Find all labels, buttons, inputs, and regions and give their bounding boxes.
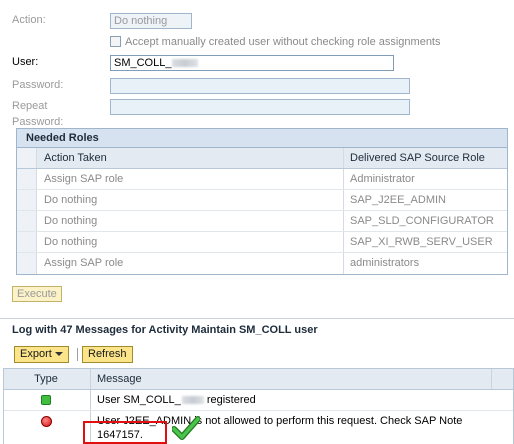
refresh-button[interactable]: Refresh	[82, 346, 133, 363]
export-button[interactable]: Export	[14, 346, 69, 363]
select-all-cell[interactable]	[17, 148, 37, 168]
column-type[interactable]: Type	[4, 369, 88, 390]
execute-button[interactable]: Execute	[12, 286, 62, 302]
action-taken-cell: Assign SAP role	[44, 257, 124, 269]
action-label: Action:	[12, 14, 46, 26]
source-role-cell: SAP_J2EE_ADMIN	[350, 194, 446, 206]
column-action-taken[interactable]: Action Taken	[44, 148, 107, 168]
success-icon	[41, 395, 51, 405]
row-selector[interactable]	[17, 232, 37, 252]
accept-checkbox-label: Accept manually created user without che…	[125, 36, 441, 48]
action-field: Do nothing	[110, 13, 192, 29]
repeat-password-label: Repeat Password:	[12, 100, 64, 128]
row-selector[interactable]	[17, 253, 37, 274]
log-message-suffix: registered	[203, 394, 256, 406]
accept-row: Accept manually created user without che…	[0, 35, 514, 53]
row-selector[interactable]	[17, 169, 37, 189]
table-row[interactable]: Assign SAP role Administrator	[17, 169, 507, 190]
action-taken-cell: Do nothing	[44, 236, 98, 248]
column-divider	[90, 369, 91, 389]
source-role-cell: administrators	[350, 257, 420, 269]
log-row[interactable]: User J2EE_ADMIN is not allowed to perfor…	[4, 411, 513, 444]
log-title: Log with 47 Messages for Activity Mainta…	[0, 318, 514, 340]
log-table: Type Message User SM_COLL_ registered Us…	[3, 368, 514, 444]
user-value: SM_COLL_	[114, 57, 172, 69]
repeat-password-field[interactable]	[110, 99, 410, 115]
redacted-text	[172, 59, 199, 68]
table-row[interactable]: Do nothing SAP_J2EE_ADMIN	[17, 190, 507, 211]
toolbar-separator	[77, 348, 78, 361]
column-divider	[343, 148, 344, 168]
source-role-cell: Administrator	[350, 173, 415, 185]
table-row[interactable]: Assign SAP role administrators	[17, 253, 507, 274]
user-field[interactable]: SM_COLL_	[110, 55, 394, 71]
log-header-row: Type Message	[4, 369, 513, 390]
column-divider	[343, 190, 344, 210]
checkmark-icon	[172, 416, 200, 440]
action-taken-cell: Do nothing	[44, 215, 98, 227]
password-label: Password:	[12, 79, 64, 91]
row-selector[interactable]	[17, 211, 37, 231]
highlight-box	[83, 421, 167, 444]
table-row[interactable]: Do nothing SAP_SLD_CONFIGURATOR	[17, 211, 507, 232]
error-icon	[41, 416, 52, 427]
column-divider	[491, 369, 492, 389]
log-toolbar: Export Refresh	[0, 342, 514, 367]
redacted-text	[181, 396, 204, 405]
log-row[interactable]: User SM_COLL_ registered	[4, 390, 513, 411]
needed-roles-table: Needed Roles Action Taken Delivered SAP …	[16, 128, 508, 275]
column-divider	[90, 390, 91, 410]
column-source-role[interactable]: Delivered SAP Source Role	[350, 148, 485, 168]
log-message: User SM_COLL_ registered	[97, 393, 485, 407]
log-message-prefix: User SM_COLL_	[97, 394, 181, 406]
user-label: User:	[12, 56, 39, 68]
column-message[interactable]: Message	[97, 369, 142, 390]
source-role-cell: SAP_XI_RWB_SERV_USER	[350, 236, 493, 248]
accept-checkbox[interactable]	[110, 36, 121, 47]
column-divider	[343, 211, 344, 231]
action-taken-cell: Assign SAP role	[44, 173, 124, 185]
source-role-cell: SAP_SLD_CONFIGURATOR	[350, 215, 494, 227]
action-taken-cell: Do nothing	[44, 194, 98, 206]
roles-header-row: Action Taken Delivered SAP Source Role	[17, 148, 507, 169]
column-divider	[343, 232, 344, 252]
needed-roles-title: Needed Roles	[17, 129, 507, 148]
table-row[interactable]: Do nothing SAP_XI_RWB_SERV_USER	[17, 232, 507, 253]
export-label: Export	[20, 348, 52, 360]
row-selector[interactable]	[17, 190, 37, 210]
dropdown-caret-icon	[54, 352, 63, 356]
column-divider	[343, 253, 344, 274]
column-divider	[343, 169, 344, 189]
password-field[interactable]	[110, 78, 410, 94]
